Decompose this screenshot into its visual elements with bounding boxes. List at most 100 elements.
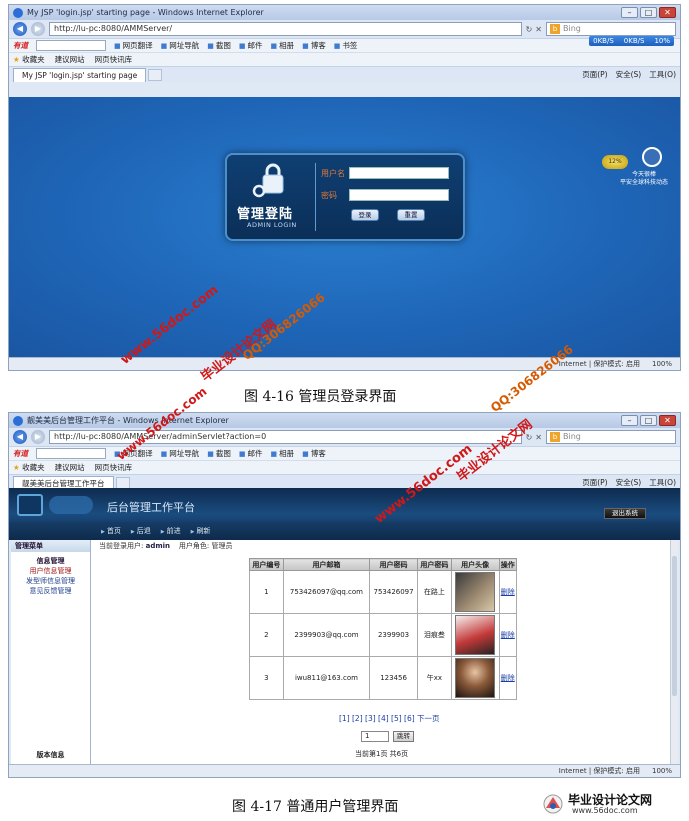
user-table: 用户编号 用户邮箱 用户密码 用户密码 用户头像 操作 1 753426097@… xyxy=(249,558,517,700)
status-zoom[interactable]: 100% xyxy=(652,767,672,775)
cell-id: 1 xyxy=(249,570,284,614)
page-info: 当前第1页 共6页 xyxy=(355,750,409,758)
cell-avatar xyxy=(450,613,500,657)
table-row: 1 753426097@qq.com 753426097 在路上 删除 xyxy=(249,570,517,614)
delete-link[interactable]: 删除 xyxy=(501,674,515,682)
new-tab-button[interactable] xyxy=(148,68,163,81)
cell-action: 删除 xyxy=(498,656,517,700)
cmd-safety[interactable]: 安全(S) xyxy=(616,69,642,80)
username-input[interactable] xyxy=(349,167,449,179)
toolbar-item[interactable]: 截图 xyxy=(207,448,231,459)
status-bar: Internet | 保护模式: 启用 100% xyxy=(9,357,680,370)
fav-item[interactable]: 建议网站 xyxy=(55,54,85,65)
refresh-icon[interactable]: ↻ xyxy=(526,25,533,34)
search-input[interactable]: Bing xyxy=(546,22,676,36)
password-input[interactable] xyxy=(349,189,449,201)
toolbar-logo: 有道 xyxy=(13,449,28,458)
toolbar-item[interactable]: 邮件 xyxy=(239,448,263,459)
cmd-safety[interactable]: 安全(S) xyxy=(616,477,642,488)
ie-logo-icon xyxy=(13,415,23,426)
fav-item[interactable]: 建议网站 xyxy=(55,462,85,473)
page-number-input[interactable]: 1 xyxy=(361,731,389,742)
sidebar-item-stylists[interactable]: 发型师信息管理 xyxy=(11,576,90,586)
fav-item[interactable]: 网页快讯库 xyxy=(95,462,133,473)
favorites-button[interactable]: ★ 收藏夹 xyxy=(13,462,45,473)
back-button[interactable]: ◀ xyxy=(13,22,27,36)
speed-down: 0KB/S xyxy=(593,37,614,45)
stop-icon[interactable]: ✕ xyxy=(535,433,542,442)
cell-id: 3 xyxy=(249,656,284,700)
toolbar-search-input[interactable] xyxy=(36,448,106,459)
figure-caption: 图 4-16 管理员登录界面 xyxy=(244,389,397,405)
toolbar-item[interactable]: 相册 xyxy=(271,448,294,459)
widget-badge: 12% xyxy=(602,155,628,169)
toolbar-item[interactable]: 博客 xyxy=(302,448,326,459)
search-input[interactable]: Bing xyxy=(546,430,676,444)
logout-button[interactable]: 退出系统 xyxy=(604,508,646,519)
favorites-bar: ★ 收藏夹 建议网站 网页快讯库 xyxy=(9,52,680,66)
address-bar: ◀ ▶ http://lu-pc:8080/AMMServer/ ↻✕ Bing xyxy=(9,20,680,38)
cell-password: 123456 xyxy=(369,656,418,700)
avatar xyxy=(455,615,496,655)
maximize-button[interactable]: □ xyxy=(640,7,657,18)
close-button[interactable]: ✕ xyxy=(659,415,676,426)
nav-refresh[interactable]: 刷新 xyxy=(191,526,210,536)
cell-password: 753426097 xyxy=(369,570,418,614)
toolbar-item[interactable]: 网址导航 xyxy=(161,40,199,51)
sidebar-header: 管理菜单 xyxy=(11,540,90,552)
cell-action: 删除 xyxy=(498,570,517,614)
back-button[interactable]: ◀ xyxy=(13,430,27,444)
floating-widget[interactable]: 12% 今天很棒 平安全球科技动态 xyxy=(602,147,668,193)
sidebar-item-users[interactable]: 用户信息管理 xyxy=(11,566,90,576)
jump-button[interactable]: 跳转 xyxy=(393,731,414,742)
toolbar-item[interactable]: 截图 xyxy=(207,40,231,51)
nav-back[interactable]: 后退 xyxy=(131,526,151,536)
status-zone: Internet | 保护模式: 启用 xyxy=(558,360,640,368)
favorites-button[interactable]: ★ 收藏夹 xyxy=(13,54,45,65)
cmd-tools[interactable]: 工具(O) xyxy=(649,69,676,80)
star-icon: ★ xyxy=(13,55,20,64)
col-header: 操作 xyxy=(498,558,517,571)
cmd-tools[interactable]: 工具(O) xyxy=(649,477,676,488)
sidebar-item-feedback[interactable]: 意见反馈管理 xyxy=(11,586,90,596)
forward-button[interactable]: ▶ xyxy=(31,22,45,36)
address-input[interactable]: http://lu-pc:8080/AMMServer/ xyxy=(49,22,522,36)
stop-icon[interactable]: ✕ xyxy=(535,25,542,34)
minimize-button[interactable]: – xyxy=(621,7,638,18)
nav-home[interactable]: 首页 xyxy=(101,526,121,536)
pagination[interactable]: [1] [2] [3] [4] [5] [6] 下一页 xyxy=(339,713,440,724)
toolbar-search-input[interactable] xyxy=(36,40,106,51)
cell-password: 2399903 xyxy=(369,613,418,657)
col-header: 用户编号 xyxy=(249,558,284,571)
maximize-button[interactable]: □ xyxy=(640,415,657,426)
close-button[interactable]: ✕ xyxy=(659,7,676,18)
nav-forward[interactable]: 前进 xyxy=(161,526,181,536)
delete-link[interactable]: 删除 xyxy=(501,631,515,639)
fav-item[interactable]: 网页快讯库 xyxy=(95,54,133,65)
toolbar-item[interactable]: 相册 xyxy=(271,40,294,51)
address-input[interactable]: http://lu-pc:8080/AMMServer/adminServlet… xyxy=(49,430,522,444)
logo-icon xyxy=(543,794,563,814)
browser-tab[interactable]: My JSP 'login.jsp' starting page xyxy=(13,67,147,82)
login-title: 管理登陆 xyxy=(237,207,294,222)
reset-button[interactable]: 重置 xyxy=(397,209,425,221)
cmd-page[interactable]: 页面(P) xyxy=(582,477,607,488)
login-button[interactable]: 登录 xyxy=(351,209,379,221)
toolbar-item[interactable]: 博客 xyxy=(302,40,326,51)
crumb-user: admin xyxy=(145,542,171,550)
status-zoom[interactable]: 100% xyxy=(652,360,672,368)
new-tab-button[interactable] xyxy=(115,476,130,489)
toolbar-item[interactable]: 书签 xyxy=(334,40,357,51)
scrollbar[interactable] xyxy=(670,540,678,764)
cmd-page[interactable]: 页面(P) xyxy=(582,69,607,80)
delete-link[interactable]: 删除 xyxy=(501,588,515,596)
scrollbar-thumb[interactable] xyxy=(672,556,677,696)
col-header: 用户邮箱 xyxy=(282,558,371,571)
toolbar-item[interactable]: 邮件 xyxy=(239,40,263,51)
speed-indicator: 0KB/S 0KB/S 10% xyxy=(589,36,674,46)
table-row: 2 2399903@qq.com 2399903 泪痕叁 删除 xyxy=(249,613,517,657)
toolbar-item[interactable]: 网址导航 xyxy=(161,448,199,459)
forward-button[interactable]: ▶ xyxy=(31,430,45,444)
minimize-button[interactable]: – xyxy=(621,415,638,426)
toolbar-item[interactable]: 网页翻译 xyxy=(114,40,153,51)
